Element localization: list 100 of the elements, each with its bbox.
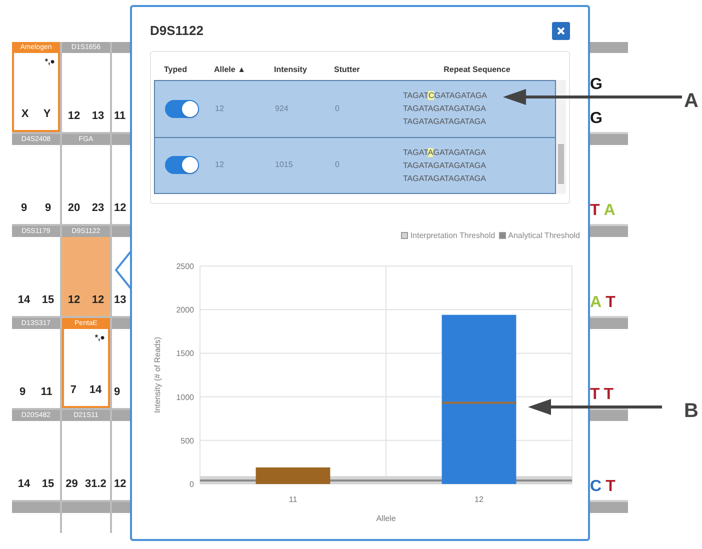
base-letter: T bbox=[604, 386, 614, 404]
allele-value: 14 bbox=[18, 476, 30, 492]
cell-header-bar bbox=[588, 502, 628, 513]
allele-cell[interactable]: T T bbox=[588, 329, 628, 408]
allele-cell[interactable]: 14 15 bbox=[12, 421, 60, 500]
allele-value: 13 bbox=[114, 292, 126, 308]
allele-value: 13 bbox=[92, 108, 104, 124]
scrollbar[interactable] bbox=[556, 80, 566, 194]
base-letter: T bbox=[606, 294, 616, 312]
table-cell: 12 bbox=[215, 160, 224, 169]
allele-value: 14 bbox=[18, 292, 30, 308]
close-icon bbox=[557, 26, 565, 35]
allele-cell[interactable]: 9 9 bbox=[12, 145, 60, 224]
allele-value: 9 bbox=[114, 384, 120, 400]
allele-cell[interactable]: T A bbox=[588, 145, 628, 224]
allele-value: 15 bbox=[42, 476, 54, 492]
callout-label: A bbox=[684, 89, 698, 114]
allele-cell[interactable] bbox=[62, 513, 110, 533]
table-cell: 0 bbox=[335, 104, 340, 112]
allele-cell[interactable]: 12 12 bbox=[62, 237, 110, 316]
allele-value: 12 bbox=[92, 292, 104, 308]
base-letter: C bbox=[590, 478, 602, 496]
base-letter: A bbox=[590, 294, 602, 312]
sequence-line: TAGATAGATAGATAGA bbox=[403, 160, 487, 172]
x-axis-label: Allele bbox=[376, 514, 396, 522]
allele-cell[interactable]: 20 23 bbox=[62, 145, 110, 224]
y-tick-label: 1500 bbox=[176, 348, 194, 358]
cell-header-bar bbox=[588, 134, 628, 145]
allele-cell[interactable]: C T bbox=[588, 421, 628, 500]
allele-value: 29 bbox=[66, 476, 78, 492]
base-letter: T bbox=[606, 478, 616, 496]
allele-value: 12 bbox=[114, 200, 126, 216]
allele-value: 20 bbox=[68, 200, 80, 216]
y-tick-label: 1000 bbox=[176, 392, 194, 402]
flag-mark: *,● bbox=[44, 56, 55, 68]
table-row[interactable]: 12 924 0 TAGATCGATAGATAGA TAGATAGATAGATAGA TAGATAGATAGATAGA bbox=[155, 80, 555, 136]
cell-header-bar bbox=[588, 410, 628, 421]
cell-header-bar bbox=[588, 318, 628, 329]
allele-value: 9 bbox=[20, 384, 26, 400]
allele-value: 9 bbox=[44, 200, 52, 216]
sequence-line: TAGATAGATAGATAGA bbox=[403, 116, 487, 128]
sequence-line: TAGATAGATAGATAGA bbox=[403, 103, 487, 115]
allele-value: 11 bbox=[40, 384, 52, 400]
cell-header-bar bbox=[588, 226, 628, 237]
allele-cell[interactable]: 29 31.2 bbox=[62, 421, 110, 500]
column-header[interactable]: Repeat Sequence bbox=[394, 64, 566, 76]
close-button[interactable] bbox=[552, 22, 570, 40]
base-letter: G bbox=[590, 110, 602, 128]
allele-cell[interactable]: A T bbox=[588, 237, 628, 316]
base-letter: A bbox=[604, 202, 616, 220]
sequence-line: TAGATAGATAGATAGA bbox=[403, 172, 487, 184]
popup-title: D9S1122 bbox=[150, 22, 204, 40]
flag-mark: *,● bbox=[94, 332, 105, 344]
column-header[interactable]: Intensity bbox=[274, 64, 334, 76]
column-header[interactable]: Typed bbox=[154, 64, 214, 76]
sequence-line: TAGATCGATAGATAGA bbox=[403, 90, 488, 102]
y-axis-label: Intensity (# of Reads) bbox=[153, 336, 162, 413]
column-header[interactable]: Stutter bbox=[334, 64, 394, 76]
allele-value: Y bbox=[43, 106, 51, 122]
cell-header-bar bbox=[62, 502, 110, 513]
allele-value: 7 bbox=[70, 382, 77, 398]
base-letter: T bbox=[590, 202, 600, 220]
allele-cell[interactable]: 9 11 bbox=[12, 329, 60, 408]
legend-label: Interpretation Threshold bbox=[410, 230, 496, 242]
allele-value: 12 bbox=[68, 292, 80, 308]
allele-cell[interactable]: X Y *,● bbox=[12, 53, 60, 132]
legend-label: Analytical Threshold bbox=[508, 230, 580, 242]
allele-value: 31.2 bbox=[84, 476, 106, 492]
cell-header-bar bbox=[588, 42, 628, 53]
table-cell: 12 bbox=[215, 104, 224, 112]
allele-cell[interactable]: G G bbox=[588, 53, 628, 132]
x-tick-label: 11 bbox=[288, 494, 298, 504]
allele-cell[interactable]: 7 14 *,● bbox=[62, 329, 110, 408]
sequence-line: TAGATAGATAGATAGA bbox=[403, 146, 487, 158]
toggle-switch[interactable] bbox=[165, 100, 199, 118]
table-cell: 924 bbox=[275, 104, 288, 112]
allele-value: 12 bbox=[68, 108, 80, 124]
allele-value: 12 bbox=[114, 476, 126, 492]
allele-value: 9 bbox=[20, 200, 28, 216]
table-cell: 0 bbox=[335, 160, 340, 169]
allele-value: 11 bbox=[114, 108, 126, 124]
y-tick-label: 2500 bbox=[176, 262, 194, 270]
cell-header-bar bbox=[12, 502, 60, 513]
allele-value: 14 bbox=[89, 382, 102, 398]
toggle-switch[interactable] bbox=[165, 156, 199, 174]
y-tick-label: 0 bbox=[190, 480, 194, 488]
allele-value: X bbox=[21, 106, 29, 122]
allele-value: 15 bbox=[42, 292, 54, 308]
table-row[interactable]: 12 1015 0 TAGATAGATAGATAGA TAGATAGATAGATAGA TAGATAGATAGATAGA bbox=[155, 136, 555, 192]
y-tick-label: 500 bbox=[180, 436, 194, 445]
y-tick-label: 2000 bbox=[176, 305, 194, 314]
base-letter: G bbox=[590, 76, 602, 94]
callout-label: B bbox=[684, 399, 698, 424]
allele-value: 23 bbox=[92, 200, 104, 216]
base-letter: T bbox=[590, 386, 600, 404]
allele-cell[interactable]: 14 15 bbox=[12, 237, 60, 316]
allele-cell[interactable]: 12 13 bbox=[62, 53, 110, 132]
x-tick-label: 12 bbox=[474, 494, 484, 504]
table-cell: 1015 bbox=[275, 160, 293, 169]
column-header[interactable]: Allele ▲ bbox=[214, 64, 274, 76]
